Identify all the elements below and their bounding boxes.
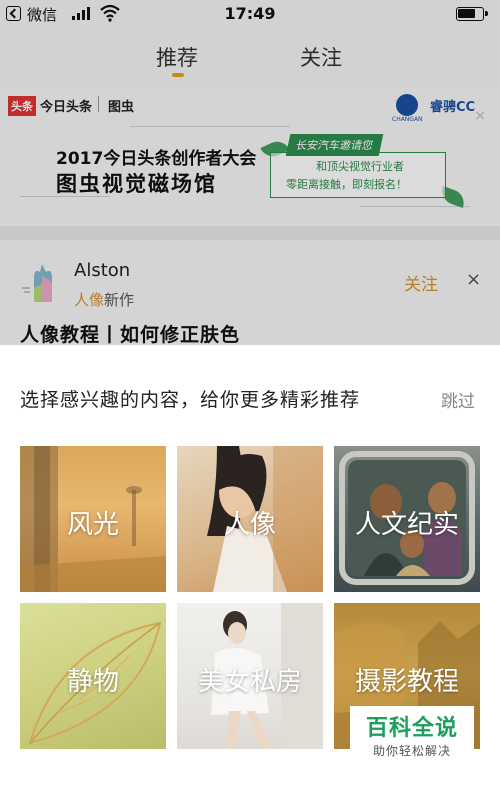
tab-recommend[interactable]: 推荐: [156, 42, 198, 72]
sheet-title: 选择感兴趣的内容，给你更多精彩推荐: [20, 389, 361, 411]
ad-banner[interactable]: 头条 今日头条 图虫 CHANGAN 睿骋CC × 2017今日头条创作者大会 …: [0, 86, 500, 226]
article-title[interactable]: 人像教程丨如何修正肤色: [20, 320, 240, 345]
tile-label: 静物: [66, 667, 119, 697]
interest-tile-boudoir[interactable]: 美女私房: [177, 603, 323, 749]
skip-button[interactable]: 跳过: [441, 387, 475, 412]
tuchong-logo: 图虫: [108, 100, 135, 115]
ad-title-line2: 图虫视觉磁场馆: [56, 172, 217, 196]
interest-tile-documentary[interactable]: 人文纪实: [334, 446, 480, 592]
author-name[interactable]: Alston: [74, 260, 130, 281]
avatar[interactable]: [20, 262, 64, 306]
clock: 17:49: [224, 4, 276, 23]
dismiss-icon[interactable]: ×: [466, 269, 481, 290]
ad-invite-line2: 零距离接触，即刻报名！: [286, 178, 407, 191]
interest-tile-portrait[interactable]: 人像: [177, 446, 323, 592]
author-tag-category[interactable]: 人像: [74, 291, 104, 309]
tile-label: 人像: [223, 510, 276, 540]
background-feed: 微信 17:49 推荐 关注 头条 今日头条 图虫 CHANGAN 睿骋CC ×…: [0, 0, 500, 345]
author-subtitle: 人像新作: [74, 289, 134, 310]
tile-label: 人文纪实: [354, 510, 459, 540]
interest-tile-still-life[interactable]: 静物: [20, 603, 166, 749]
status-bar: 微信 17:49: [0, 0, 500, 28]
ad-title-line1: 2017今日头条创作者大会: [56, 149, 257, 169]
changan-logo-icon: [396, 94, 418, 116]
divider: [98, 96, 99, 112]
watermark-logo: 百科全说 助你轻松解决: [350, 706, 474, 764]
follow-button[interactable]: 关注: [404, 270, 438, 295]
tile-label: 美女私房: [197, 667, 302, 697]
feed-divider: [0, 226, 500, 240]
toutiao-logo: 头条: [8, 96, 36, 116]
tile-label: 摄影教程: [354, 667, 459, 697]
watermark-subtitle: 助你轻松解决: [372, 744, 451, 758]
author-tag-suffix: 新作: [104, 291, 135, 309]
decor-line: [360, 206, 470, 207]
active-tab-indicator: [172, 73, 184, 77]
ad-close-icon[interactable]: ×: [474, 108, 486, 124]
decor-line: [130, 126, 290, 127]
changan-logo-text: CHANGAN: [392, 116, 423, 123]
feed-card[interactable]: Alston 人像新作 关注 × 人像教程丨如何修正肤色: [0, 240, 500, 345]
ad-invite-line1: 和顶尖视觉行业者: [316, 160, 404, 173]
tile-label: 风光: [66, 510, 119, 540]
toutiao-logo-text: 今日头条: [40, 100, 93, 115]
interest-tile-landscape[interactable]: 风光: [20, 446, 166, 592]
watermark-title: 百科全说: [365, 716, 458, 741]
car-model-logo: 睿骋CC: [430, 100, 476, 115]
ad-invite-tag: 长安汽车邀请您: [285, 134, 384, 156]
top-tabs: 推荐 关注: [0, 28, 500, 86]
tab-following[interactable]: 关注: [300, 42, 342, 72]
battery-icon: [456, 7, 488, 21]
